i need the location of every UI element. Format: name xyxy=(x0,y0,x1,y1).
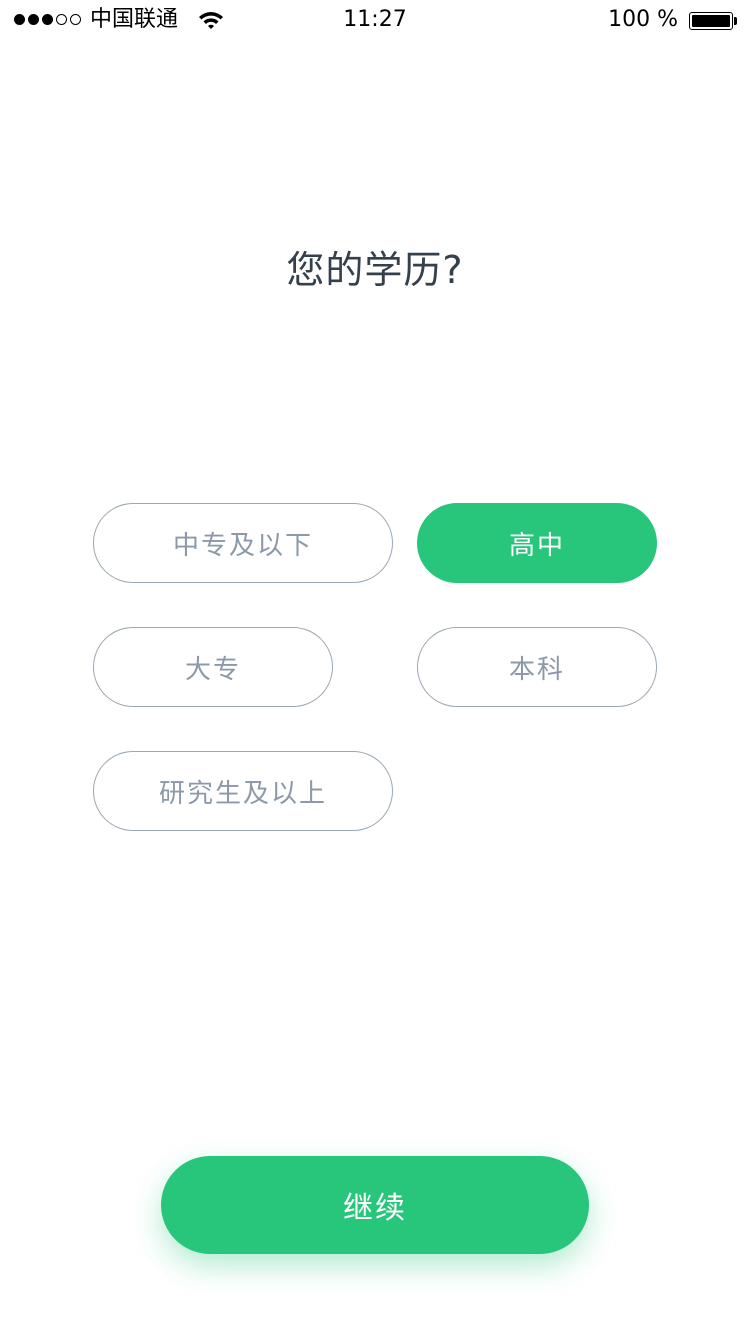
option-bachelor[interactable]: 本科 xyxy=(417,627,657,707)
option-high-school[interactable]: 高中 xyxy=(417,503,657,583)
education-question-screen: 中国联通 11:27 100 % 您的学历? 中专及以下 高中 大专 本科 研究… xyxy=(0,0,750,1334)
battery-percentage: 100 % xyxy=(608,7,678,32)
battery-fill xyxy=(692,15,730,27)
option-label: 中专及以下 xyxy=(172,530,313,561)
battery-icon xyxy=(689,12,733,30)
option-label: 大专 xyxy=(184,654,241,685)
option-vocational-or-below[interactable]: 中专及以下 xyxy=(93,503,393,583)
status-bar: 中国联通 11:27 100 % xyxy=(0,0,750,40)
option-label: 高中 xyxy=(508,530,565,561)
battery-tip xyxy=(734,17,737,25)
continue-label: 继续 xyxy=(343,1191,407,1226)
option-graduate-or-above[interactable]: 研究生及以上 xyxy=(93,751,393,831)
option-junior-college[interactable]: 大专 xyxy=(93,627,333,707)
continue-button[interactable]: 继续 xyxy=(161,1156,589,1254)
option-label: 本科 xyxy=(508,654,565,685)
question-title: 您的学历? xyxy=(286,248,464,292)
option-label: 研究生及以上 xyxy=(158,778,327,809)
